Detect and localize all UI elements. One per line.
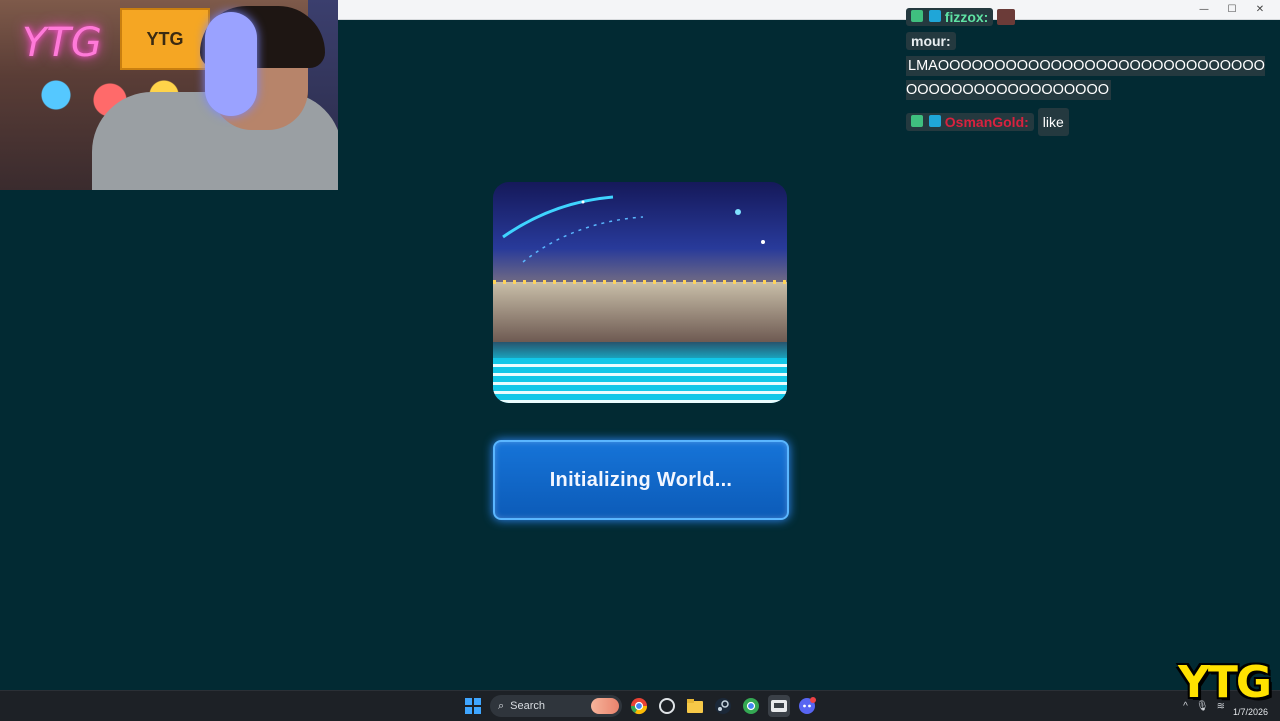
chat-message-text: LMAOOOOOOOOOOOOOOOOOOOOOOOOOOOOOOOOOOOOO…: [906, 54, 1272, 102]
chat-message: mour:: [906, 32, 1276, 50]
chat-message: OsmanGold: like: [906, 108, 1276, 136]
chat-message-text: like: [1037, 108, 1069, 136]
chat-message: fizzox:: [906, 8, 1276, 26]
initializing-world-button[interactable]: Initializing World...: [493, 440, 789, 520]
chat-username-chip: OsmanGold:: [906, 113, 1034, 131]
prime-badge-icon: [928, 10, 941, 22]
taskbar-date[interactable]: 1/7/2026: [1233, 707, 1268, 717]
search-icon: ⌕: [498, 699, 505, 712]
webcam-overlay: YTG YTG: [0, 0, 338, 190]
webcam-flag: YTG: [120, 8, 210, 70]
emote-icon: [997, 9, 1016, 25]
chat-username: mour:: [906, 32, 956, 50]
cube-badge-icon: [928, 115, 941, 127]
world-preview-lights: [493, 280, 787, 284]
github-icon[interactable]: [656, 695, 678, 717]
chat-username: fizzox:: [944, 9, 989, 25]
chrome-alt-icon[interactable]: [740, 695, 762, 717]
chat-username: OsmanGold:: [944, 114, 1029, 130]
taskbar-search[interactable]: ⌕ Search: [490, 695, 622, 717]
steam-icon[interactable]: [712, 695, 734, 717]
taskbar: ⌕ Search ^ 🎙 ≋ 1/7/2026: [0, 690, 1280, 721]
chat-username-chip: fizzox:: [906, 8, 994, 26]
headset-icon: [205, 12, 257, 116]
world-preview-floor: [493, 358, 787, 403]
chat-overlay: fizzox: mour: LMAOOOOOOOOOOOOOOOOOOOOOOO…: [906, 8, 1276, 140]
webcam-neon-sign: YTG: [22, 20, 102, 66]
windows-start-icon[interactable]: [462, 695, 484, 717]
world-preview-image: [493, 182, 787, 403]
taskbar-search-label: Search: [510, 700, 546, 712]
taskbar-apps: ⌕ Search: [462, 694, 818, 718]
discord-icon[interactable]: [796, 695, 818, 717]
chrome-icon[interactable]: [628, 695, 650, 717]
subscriber-badge-icon: [911, 10, 923, 22]
subscriber-badge-icon: [911, 115, 923, 127]
chat-message-body: LMAOOOOOOOOOOOOOOOOOOOOOOOOOOOOOOOOOOOOO…: [906, 56, 1265, 100]
vrchat-icon[interactable]: [768, 695, 790, 717]
file-explorer-icon[interactable]: [684, 695, 706, 717]
world-preview-building: [493, 282, 787, 342]
search-highlight-icon: [591, 698, 619, 714]
ytg-logo: YTG: [1178, 657, 1272, 708]
